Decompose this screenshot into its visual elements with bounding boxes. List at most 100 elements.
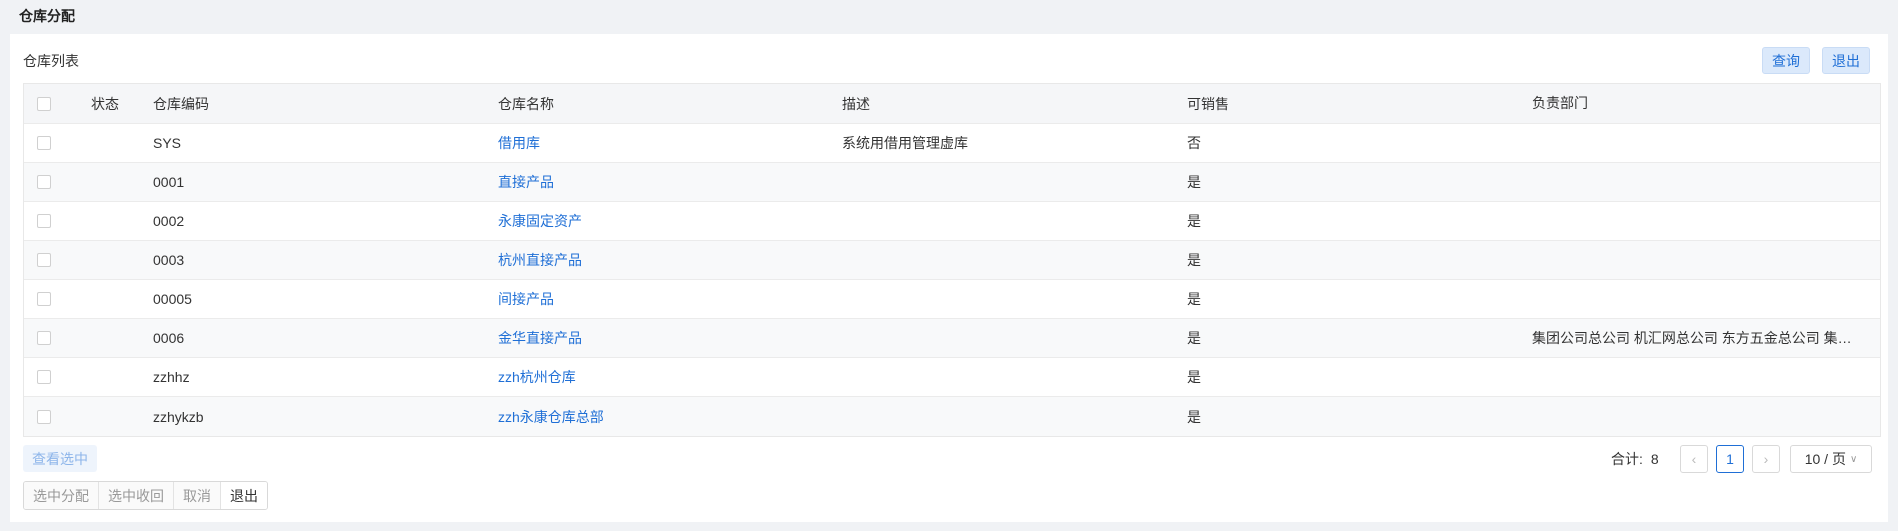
header-dept: 负责部门 <box>1532 95 1588 111</box>
row-code: 0002 <box>153 213 185 229</box>
row-dept <box>1532 358 1852 396</box>
row-dept <box>1532 241 1852 279</box>
row-sellable: 是 <box>1187 408 1201 425</box>
row-dept: 集团公司总公司 机汇网总公司 东方五金总公司 集团公司 <box>1532 330 1852 346</box>
row-desc <box>842 358 1172 396</box>
view-selected-button[interactable]: 查看选中 <box>23 445 97 472</box>
row-desc <box>842 319 1172 357</box>
page-size-value: 10 / 页 <box>1804 451 1846 467</box>
panel-title: 仓库列表 <box>23 53 79 69</box>
table-row: 0006 金华直接产品 是 集团公司总公司 机汇网总公司 东方五金总公司 集团公司 <box>24 319 1880 358</box>
row-checkbox[interactable] <box>37 409 51 424</box>
row-code: 0006 <box>153 330 185 346</box>
row-code: 00005 <box>153 291 192 307</box>
row-name-link[interactable]: 永康固定资产 <box>498 202 828 240</box>
row-sellable: 是 <box>1187 330 1201 346</box>
page-title: 仓库分配 <box>19 8 75 24</box>
row-checkbox[interactable] <box>37 136 51 150</box>
row-dept <box>1532 202 1852 240</box>
row-name-link[interactable]: 杭州直接产品 <box>498 241 828 279</box>
row-status <box>91 280 141 318</box>
row-name-link[interactable]: 借用库 <box>498 124 828 162</box>
row-select-cell <box>24 202 64 240</box>
table-header-row: 状态 仓库编码 仓库名称 描述 可销售 负责部门 <box>24 84 1880 124</box>
table-row: 0001 直接产品 是 <box>24 163 1880 202</box>
row-checkbox[interactable] <box>37 331 51 345</box>
row-status <box>91 319 141 357</box>
row-desc <box>842 202 1172 240</box>
row-select-cell <box>24 319 64 357</box>
header-code: 仓库编码 <box>153 95 209 112</box>
row-select-cell <box>24 163 64 201</box>
select-all-cell <box>24 84 64 123</box>
row-name-link[interactable]: 间接产品 <box>498 280 828 318</box>
revoke-selected-button[interactable]: 选中收回 <box>99 482 174 509</box>
row-checkbox[interactable] <box>37 175 51 189</box>
table-row: zzhhz zzh杭州仓库 是 <box>24 358 1880 397</box>
row-status <box>91 241 141 279</box>
row-code: zzhhz <box>153 369 190 385</box>
query-button[interactable]: 查询 <box>1762 47 1810 74</box>
row-dept <box>1532 163 1852 201</box>
row-sellable: 是 <box>1187 369 1201 385</box>
row-checkbox[interactable] <box>37 253 51 267</box>
row-select-cell <box>24 280 64 318</box>
row-select-cell <box>24 397 64 436</box>
row-checkbox[interactable] <box>37 370 51 384</box>
row-sellable: 是 <box>1187 213 1201 229</box>
row-desc: 系统用借用管理虚库 <box>842 135 968 151</box>
row-status <box>91 124 141 162</box>
row-select-cell <box>24 241 64 279</box>
header-status: 状态 <box>91 95 119 112</box>
row-name-link[interactable]: 金华直接产品 <box>498 319 828 357</box>
row-checkbox[interactable] <box>37 292 51 306</box>
row-checkbox[interactable] <box>37 214 51 228</box>
next-page-icon[interactable]: › <box>1752 445 1780 473</box>
row-code: 0001 <box>153 174 185 190</box>
exit-button[interactable]: 退出 <box>1822 47 1870 74</box>
prev-page-icon[interactable]: ‹ <box>1680 445 1708 473</box>
page-number-current[interactable]: 1 <box>1716 445 1744 473</box>
page-size-select[interactable]: 10 / 页 ∨ <box>1790 445 1872 473</box>
select-all-checkbox[interactable] <box>37 96 51 111</box>
total-label: 合计: <box>1611 451 1643 467</box>
row-dept <box>1532 280 1852 318</box>
header-name: 仓库名称 <box>498 95 554 112</box>
row-sellable: 是 <box>1187 291 1201 307</box>
row-code: zzhykzb <box>153 408 204 425</box>
row-status <box>91 202 141 240</box>
row-desc <box>842 241 1172 279</box>
row-desc <box>842 280 1172 318</box>
footer-exit-button[interactable]: 退出 <box>221 482 267 509</box>
row-dept <box>1532 397 1852 436</box>
table-row: zzhykzb zzh永康仓库总部 是 <box>24 397 1880 436</box>
row-select-cell <box>24 124 64 162</box>
row-name-link[interactable]: 直接产品 <box>498 163 828 201</box>
table-row: 00005 间接产品 是 <box>24 280 1880 319</box>
row-status <box>91 397 141 436</box>
total-count: 合计: 8 <box>1611 445 1659 473</box>
row-status <box>91 163 141 201</box>
row-sellable: 是 <box>1187 174 1201 190</box>
cancel-button[interactable]: 取消 <box>174 482 221 509</box>
warehouse-panel: 仓库列表 查询 退出 状态 仓库编码 仓库名称 描述 可销售 负责部门 SYS 借… <box>10 34 1888 522</box>
row-sellable: 是 <box>1187 252 1201 268</box>
warehouse-table: 状态 仓库编码 仓库名称 描述 可销售 负责部门 SYS 借用库 系统用借用管理虚库… <box>23 83 1881 437</box>
assign-selected-button[interactable]: 选中分配 <box>24 482 99 509</box>
table-row: 0002 永康固定资产 是 <box>24 202 1880 241</box>
row-code: SYS <box>153 135 182 151</box>
row-name-link[interactable]: zzh杭州仓库 <box>498 358 828 396</box>
row-dept <box>1532 124 1852 162</box>
header-sellable: 可销售 <box>1187 95 1229 112</box>
row-code: 0003 <box>153 252 185 268</box>
row-desc <box>842 163 1172 201</box>
chevron-down-icon: ∨ <box>1849 453 1858 465</box>
row-status <box>91 358 141 396</box>
header-desc: 描述 <box>842 95 870 112</box>
row-select-cell <box>24 358 64 396</box>
row-desc <box>842 397 1172 436</box>
table-row: 0003 杭州直接产品 是 <box>24 241 1880 280</box>
table-row: SYS 借用库 系统用借用管理虚库 否 <box>24 124 1880 163</box>
row-name-link[interactable]: zzh永康仓库总部 <box>498 397 828 436</box>
total-number: 8 <box>1650 451 1659 467</box>
